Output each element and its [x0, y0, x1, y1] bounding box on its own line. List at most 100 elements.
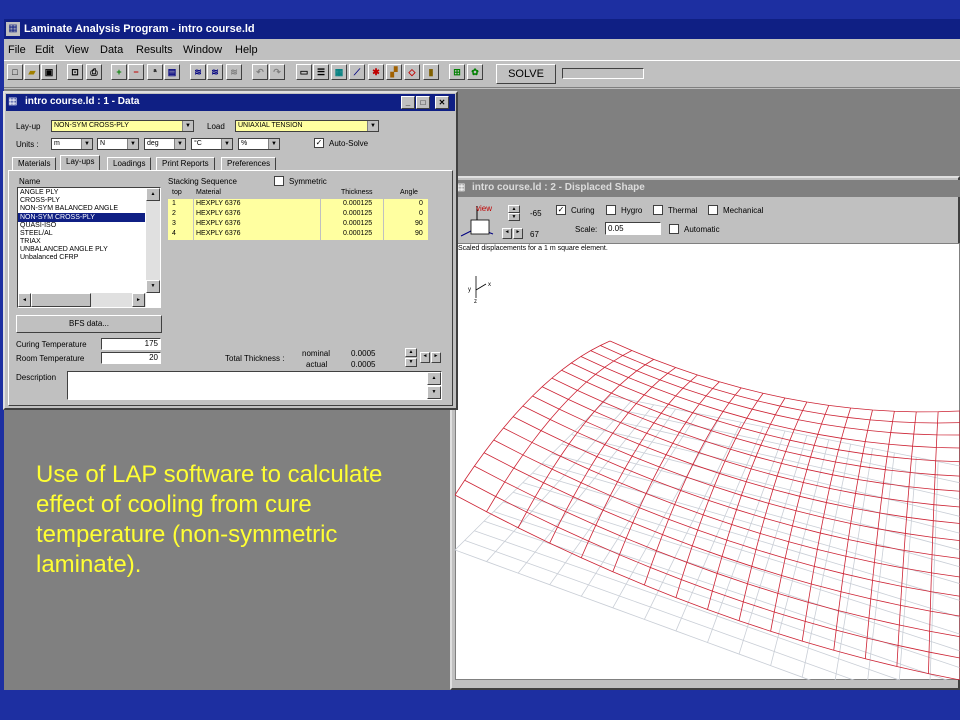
undo-icon[interactable]: ↶	[252, 64, 268, 80]
menu-data[interactable]: Data	[100, 44, 123, 56]
scroll-right-icon[interactable]: ►	[132, 293, 145, 307]
temperature-unit-select[interactable]: °C ▼	[191, 138, 233, 150]
settings-icon[interactable]: ✿	[467, 64, 483, 80]
symmetric-checkbox[interactable]	[274, 176, 284, 186]
mechanical-checkbox[interactable]	[708, 205, 718, 215]
list-item-selected[interactable]: NON-SYM CROSS-PLY	[20, 214, 95, 222]
list-vertical-scrollbar[interactable]	[146, 188, 160, 293]
view-label: view	[476, 204, 493, 213]
thickness-down-icon[interactable]: ▼	[405, 358, 417, 367]
report-icon[interactable]: ▮	[423, 64, 439, 80]
close-button[interactable]: ✕	[435, 96, 449, 109]
menu-results[interactable]: Results	[136, 44, 173, 56]
symmetric-label: Symmetric	[289, 177, 327, 186]
undeformed-grid-line	[522, 482, 960, 618]
print-preview-icon[interactable]: ⊡	[67, 64, 83, 80]
thickness-right-icon[interactable]: ►	[431, 352, 441, 363]
list-item[interactable]: STEEL/AL	[20, 230, 53, 238]
angle1-down-button[interactable]: ▼	[508, 213, 520, 221]
list-icon[interactable]: ☰	[313, 64, 329, 80]
redo-icon[interactable]: ↷	[269, 64, 285, 80]
deformed-grid-line	[493, 439, 960, 597]
tab-print-reports[interactable]: Print Reports	[156, 157, 215, 171]
chevron-down-icon: ▼	[127, 139, 138, 149]
table-icon[interactable]: ▭	[296, 64, 312, 80]
menu-window[interactable]: Window	[183, 44, 222, 56]
automatic-checkbox[interactable]	[669, 224, 679, 234]
new-file-icon[interactable]: □	[7, 64, 23, 80]
list-item[interactable]: ANGLE PLY	[20, 189, 58, 197]
angle-unit-select[interactable]: deg ▼	[144, 138, 186, 150]
nominal-value: 0.0005	[351, 349, 376, 358]
matrix-icon[interactable]: ▦	[331, 64, 347, 80]
deformed-grid-line	[483, 452, 960, 617]
stress-icon[interactable]: ✱	[368, 64, 384, 80]
chart-icon[interactable]: ⟋	[349, 64, 365, 80]
layers-icon[interactable]: ≋	[190, 64, 206, 80]
bfs-data-button[interactable]: BFS data...	[16, 315, 162, 333]
layers-stack-icon[interactable]: ≋	[207, 64, 223, 80]
tab-preferences[interactable]: Preferences	[221, 157, 277, 171]
scroll-down-icon[interactable]: ▼	[146, 280, 160, 293]
angle2-right-button[interactable]: ►	[513, 228, 523, 239]
list-item[interactable]: QUASI-ISO	[20, 222, 56, 230]
angle1-up-button[interactable]: ▲	[508, 205, 520, 213]
remove-icon[interactable]: −	[128, 64, 144, 80]
hygro-checkbox[interactable]	[606, 205, 616, 215]
properties-icon[interactable]: ▤	[164, 64, 180, 80]
list-item[interactable]: NON-SYM BALANCED ANGLE	[20, 205, 118, 213]
maximize-button[interactable]: □	[416, 96, 430, 109]
menu-view[interactable]: View	[65, 44, 89, 56]
layup-select[interactable]: NON-SYM CROSS-PLY ▼	[51, 120, 194, 132]
load-select[interactable]: UNIAXIAL TENSION ▼	[235, 120, 379, 132]
description-scroll-up-icon[interactable]: ▲	[427, 372, 441, 385]
angle2-left-button[interactable]: ◄	[502, 228, 512, 239]
print-icon[interactable]: ⎙	[86, 64, 102, 80]
tab-layups[interactable]: Lay-ups	[60, 155, 101, 171]
list-item[interactable]: Unbalanced CFRP	[20, 254, 78, 262]
scale-input[interactable]: 0.05	[605, 222, 661, 235]
auto-solve-checkbox[interactable]: ✓	[314, 138, 324, 148]
deformed-grid-line	[609, 340, 960, 413]
sort-icon[interactable]: ª	[147, 64, 163, 80]
curing-checkbox[interactable]: ✓	[556, 205, 566, 215]
curing-temperature-input[interactable]: 175	[101, 338, 161, 350]
menu-file[interactable]: File	[8, 44, 26, 56]
list-item[interactable]: TRIAX	[20, 238, 41, 246]
force-unit-select[interactable]: N ▼	[97, 138, 139, 150]
thickness-up-icon[interactable]: ▲	[405, 348, 417, 357]
shape-icon[interactable]: ◇	[404, 64, 420, 80]
length-unit-select[interactable]: m ▼	[51, 138, 93, 150]
thermal-checkbox[interactable]	[653, 205, 663, 215]
layers-disabled-icon[interactable]: ≋	[226, 64, 242, 80]
menu-edit[interactable]: Edit	[35, 44, 54, 56]
solve-button[interactable]: SOLVE	[496, 64, 556, 84]
failure-icon[interactable]: ▞	[386, 64, 402, 80]
tab-loadings[interactable]: Loadings	[107, 157, 152, 171]
tab-materials[interactable]: Materials	[12, 157, 57, 171]
minimize-button[interactable]: _	[401, 96, 415, 109]
room-temperature-input[interactable]: 20	[101, 352, 161, 364]
open-folder-icon[interactable]: ▰	[24, 64, 40, 80]
thickness-left-icon[interactable]: ◄	[420, 352, 430, 363]
save-icon[interactable]: ▣	[41, 64, 57, 80]
undeformed-grid-line	[801, 444, 852, 678]
add-icon[interactable]: +	[111, 64, 127, 80]
chevron-down-icon: ▼	[182, 121, 193, 131]
app-icon: ▦	[6, 22, 20, 36]
scroll-up-icon[interactable]: ▲	[146, 188, 160, 201]
description-scroll-down-icon[interactable]: ▼	[427, 386, 441, 399]
scroll-left-icon[interactable]: ◄	[18, 293, 31, 307]
tile-icon[interactable]: ⊞	[449, 64, 465, 80]
description-input[interactable]	[67, 371, 442, 400]
menu-help[interactable]: Help	[235, 44, 258, 56]
scale-label: Scale:	[575, 225, 598, 234]
list-item[interactable]: UNBALANCED ANGLE PLY	[20, 246, 108, 254]
moisture-unit-value: %	[241, 140, 248, 147]
moisture-unit-select[interactable]: % ▼	[238, 138, 280, 150]
row-material: HEXPLY 6376	[196, 220, 241, 227]
scroll-thumb[interactable]	[31, 293, 91, 307]
list-item[interactable]: CROSS-PLY	[20, 197, 60, 205]
auto-solve-label: Auto-Solve	[329, 139, 369, 148]
mechanical-label: Mechanical	[723, 206, 764, 215]
